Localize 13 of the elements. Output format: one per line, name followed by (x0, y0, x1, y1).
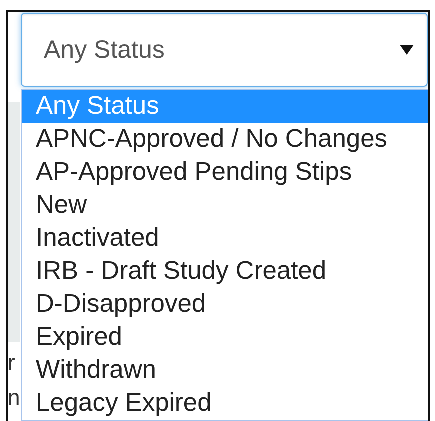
caret-icon (399, 44, 415, 56)
background-text: r (8, 352, 16, 374)
dropdown-option[interactable]: D-Disapproved (22, 288, 428, 321)
dropdown-option[interactable]: APNC-Approved / No Changes (22, 123, 428, 156)
dropdown-option[interactable]: Legacy Expired (22, 387, 428, 420)
dropdown-option[interactable]: AP-Approved Pending Stips (22, 156, 428, 189)
dropdown-option[interactable]: New (22, 189, 428, 222)
background-text: n (8, 387, 20, 409)
dropdown-option[interactable]: Inactivated (22, 222, 428, 255)
dropdown-option[interactable]: Expired (22, 321, 428, 354)
dropdown-option[interactable]: IRB - Draft Study Created (22, 255, 428, 288)
status-select[interactable]: Any Status (21, 13, 428, 87)
dropdown-option[interactable]: Withdrawn (22, 354, 428, 387)
